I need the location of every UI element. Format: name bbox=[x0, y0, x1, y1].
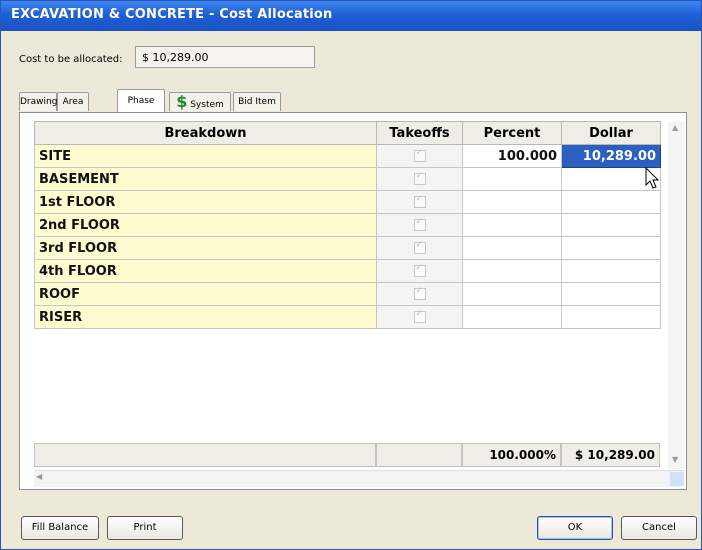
title-bar[interactable]: EXCAVATION & CONCRETE - Cost Allocation bbox=[1, 1, 701, 31]
dollar-cell[interactable] bbox=[561, 236, 661, 260]
header-row: Breakdown Takeoffs Percent Dollar bbox=[34, 121, 661, 145]
percent-cell[interactable] bbox=[462, 305, 562, 329]
column-header-takeoffs[interactable]: Takeoffs bbox=[376, 121, 463, 145]
table-row[interactable]: ROOF bbox=[34, 282, 661, 306]
takeoffs-checkbox[interactable] bbox=[413, 240, 426, 254]
totals-breakdown-cell bbox=[34, 443, 376, 467]
tab-phase[interactable]: Phase bbox=[117, 89, 165, 112]
table-row[interactable]: 3rd FLOOR bbox=[34, 236, 661, 260]
cost-to-allocate-label: Cost to be allocated: bbox=[19, 54, 123, 65]
window-title: EXCAVATION & CONCRETE - Cost Allocation bbox=[11, 7, 333, 22]
allocation-table: Breakdown Takeoffs Percent Dollar SITE 1… bbox=[34, 121, 661, 329]
dollar-cell[interactable] bbox=[561, 259, 661, 283]
takeoffs-cell[interactable] bbox=[376, 144, 463, 168]
tab-phase-label: Phase bbox=[127, 96, 155, 106]
takeoffs-cell[interactable] bbox=[376, 190, 463, 214]
takeoffs-checkbox[interactable] bbox=[413, 309, 426, 323]
scroll-corner bbox=[670, 472, 684, 486]
table-row[interactable]: BASEMENT bbox=[34, 167, 661, 191]
row-breakdown-cell[interactable]: 1st FLOOR bbox=[34, 190, 377, 214]
takeoffs-checkbox[interactable] bbox=[413, 171, 426, 185]
table-row[interactable]: 2nd FLOOR bbox=[34, 213, 661, 237]
table-row[interactable]: 1st FLOOR bbox=[34, 190, 661, 214]
scroll-left-icon[interactable]: ◀ bbox=[36, 472, 42, 481]
tab-system[interactable]: $ System bbox=[169, 92, 231, 111]
row-breakdown-cell[interactable]: ROOF bbox=[34, 282, 377, 306]
totals-row: 100.000% $ 10,289.00 bbox=[34, 443, 660, 467]
horizontal-scrollbar[interactable]: ◀ ▶ bbox=[34, 470, 684, 487]
cost-to-allocate-field: $ 10,289.00 bbox=[135, 46, 315, 68]
mouse-pointer-icon bbox=[645, 167, 660, 189]
scroll-up-icon[interactable]: ▲ bbox=[672, 123, 678, 132]
percent-cell[interactable] bbox=[462, 167, 562, 191]
dollar-cell[interactable] bbox=[561, 305, 661, 329]
percent-cell[interactable] bbox=[462, 190, 562, 214]
takeoffs-checkbox[interactable] bbox=[413, 148, 426, 162]
cancel-button[interactable]: Cancel bbox=[621, 516, 697, 540]
column-header-percent[interactable]: Percent bbox=[462, 121, 562, 145]
takeoffs-cell[interactable] bbox=[376, 259, 463, 283]
column-header-breakdown[interactable]: Breakdown bbox=[34, 121, 377, 145]
percent-cell[interactable] bbox=[462, 282, 562, 306]
percent-total: 100.000% bbox=[462, 443, 561, 467]
takeoffs-cell[interactable] bbox=[376, 213, 463, 237]
percent-cell[interactable]: 100.000 bbox=[462, 144, 562, 168]
table-row[interactable]: 4th FLOOR bbox=[34, 259, 661, 283]
percent-cell[interactable] bbox=[462, 236, 562, 260]
dollar-cell[interactable] bbox=[561, 282, 661, 306]
percent-cell[interactable] bbox=[462, 259, 562, 283]
row-breakdown-cell[interactable]: 4th FLOOR bbox=[34, 259, 377, 283]
dollar-cell[interactable] bbox=[561, 190, 661, 214]
allocation-grid: Breakdown Takeoffs Percent Dollar SITE 1… bbox=[19, 112, 687, 490]
takeoffs-checkbox[interactable] bbox=[413, 217, 426, 231]
tab-system-label: System bbox=[190, 100, 224, 110]
tab-area[interactable]: Area bbox=[57, 92, 89, 111]
takeoffs-checkbox[interactable] bbox=[413, 194, 426, 208]
print-button[interactable]: Print bbox=[107, 516, 183, 540]
row-breakdown-cell[interactable]: SITE bbox=[34, 144, 377, 168]
table-row[interactable]: RISER bbox=[34, 305, 661, 329]
row-breakdown-cell[interactable]: 2nd FLOOR bbox=[34, 213, 377, 237]
column-header-dollar[interactable]: Dollar bbox=[561, 121, 661, 145]
takeoffs-checkbox[interactable] bbox=[413, 286, 426, 300]
takeoffs-cell[interactable] bbox=[376, 167, 463, 191]
takeoffs-cell[interactable] bbox=[376, 236, 463, 260]
fill-balance-button[interactable]: Fill Balance bbox=[21, 516, 99, 540]
dollar-cell[interactable] bbox=[561, 213, 661, 237]
table-row[interactable]: SITE 100.000 10,289.00 bbox=[34, 144, 661, 168]
scroll-down-icon[interactable]: ▼ bbox=[672, 455, 678, 464]
row-breakdown-cell[interactable]: 3rd FLOOR bbox=[34, 236, 377, 260]
takeoffs-checkbox[interactable] bbox=[413, 263, 426, 277]
row-breakdown-cell[interactable]: BASEMENT bbox=[34, 167, 377, 191]
totals-takeoffs-cell bbox=[376, 443, 462, 467]
cost-allocation-window: EXCAVATION & CONCRETE - Cost Allocation … bbox=[0, 0, 702, 550]
row-breakdown-cell[interactable]: RISER bbox=[34, 305, 377, 329]
takeoffs-cell[interactable] bbox=[376, 305, 463, 329]
dollar-cell-selected[interactable]: 10,289.00 bbox=[561, 144, 661, 168]
tab-bid-item[interactable]: Bid Item bbox=[233, 92, 281, 111]
dollar-icon: $ bbox=[176, 92, 188, 111]
dollar-total: $ 10,289.00 bbox=[561, 443, 660, 467]
percent-cell[interactable] bbox=[462, 213, 562, 237]
takeoffs-cell[interactable] bbox=[376, 282, 463, 306]
vertical-scrollbar[interactable]: ▲ ▼ bbox=[668, 121, 684, 469]
ok-button[interactable]: OK bbox=[537, 516, 613, 540]
tab-drawing[interactable]: Drawing bbox=[19, 92, 57, 111]
